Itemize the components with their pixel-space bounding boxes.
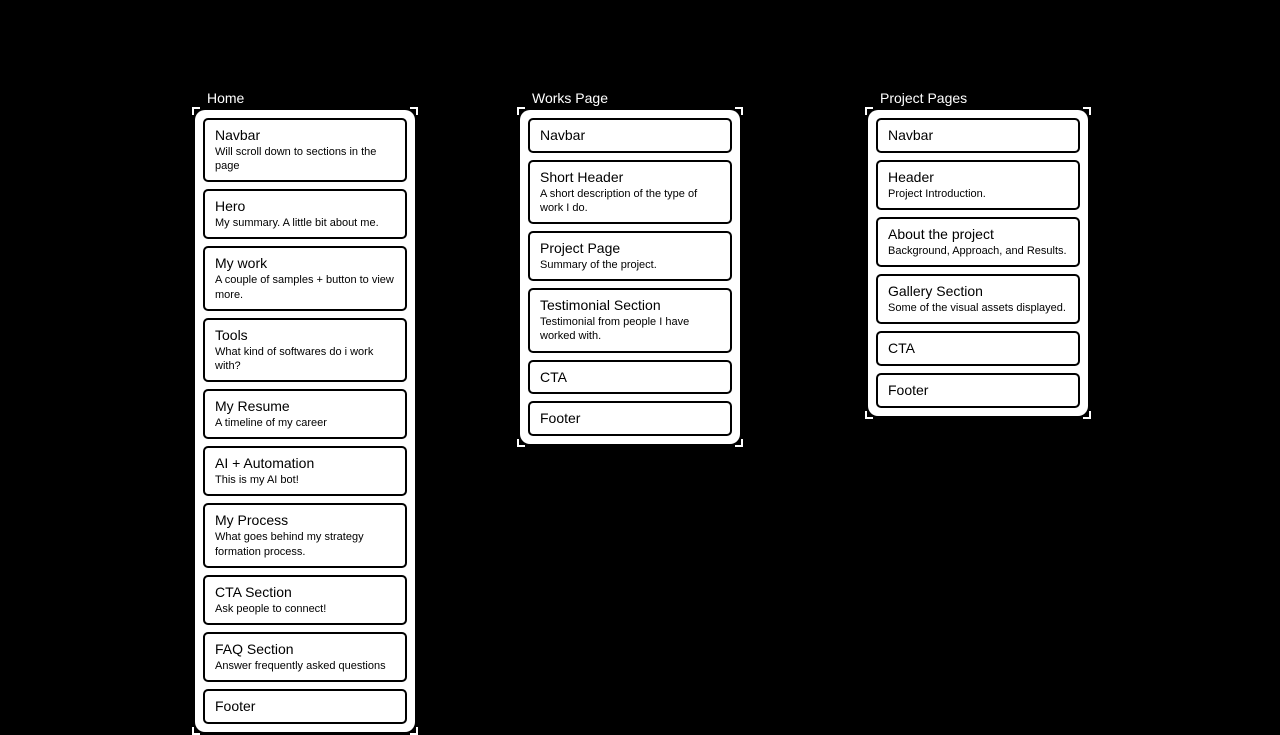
section-title: Footer	[888, 382, 1068, 399]
section-desc: What kind of softwares do i work with?	[215, 345, 395, 374]
section-card[interactable]: Testimonial Section Testimonial from peo…	[528, 288, 732, 352]
selection-corner-icon	[735, 439, 743, 447]
selection-corner-icon	[865, 411, 873, 419]
section-desc: Will scroll down to sections in the page	[215, 145, 395, 174]
page-title: Home	[195, 90, 415, 106]
section-title: Hero	[215, 198, 395, 215]
section-card[interactable]: CTA	[528, 360, 732, 395]
selection-corner-icon	[192, 727, 200, 735]
section-card[interactable]: Footer	[876, 373, 1080, 408]
section-desc: Ask people to connect!	[215, 602, 395, 616]
selection-corner-icon	[192, 107, 200, 115]
section-title: Footer	[215, 698, 395, 715]
selection-corner-icon	[735, 107, 743, 115]
section-title: Gallery Section	[888, 283, 1068, 300]
selection-corner-icon	[517, 439, 525, 447]
section-card[interactable]: Header Project Introduction.	[876, 160, 1080, 210]
selection-corner-icon	[1083, 107, 1091, 115]
section-title: CTA Section	[215, 584, 395, 601]
page-card-wrapper: Navbar Header Project Introduction. Abou…	[868, 110, 1088, 416]
section-card[interactable]: Hero My summary. A little bit about me.	[203, 189, 407, 239]
section-card[interactable]: Navbar	[876, 118, 1080, 153]
selection-corner-icon	[410, 727, 418, 735]
page-card[interactable]: Navbar Short Header A short description …	[520, 110, 740, 444]
section-title: My Process	[215, 512, 395, 529]
section-card[interactable]: Navbar Will scroll down to sections in t…	[203, 118, 407, 182]
section-card[interactable]: Project Page Summary of the project.	[528, 231, 732, 281]
section-desc: Project Introduction.	[888, 187, 1068, 201]
section-desc: This is my AI bot!	[215, 473, 395, 487]
section-title: About the project	[888, 226, 1068, 243]
section-title: Project Page	[540, 240, 720, 257]
section-desc: Testimonial from people I have worked wi…	[540, 315, 720, 344]
section-desc: A short description of the type of work …	[540, 187, 720, 216]
section-desc: A couple of samples + button to view mor…	[215, 273, 395, 302]
section-card[interactable]: CTA Section Ask people to connect!	[203, 575, 407, 625]
section-title: FAQ Section	[215, 641, 395, 658]
section-card[interactable]: About the project Background, Approach, …	[876, 217, 1080, 267]
section-desc: What goes behind my strategy formation p…	[215, 530, 395, 559]
section-title: Navbar	[888, 127, 1068, 144]
page-card-wrapper: Navbar Short Header A short description …	[520, 110, 740, 444]
section-card[interactable]: Short Header A short description of the …	[528, 160, 732, 224]
section-desc: A timeline of my career	[215, 416, 395, 430]
page-group-home[interactable]: Home Navbar Will scroll down to sections…	[195, 90, 415, 732]
section-title: Navbar	[540, 127, 720, 144]
selection-corner-icon	[410, 107, 418, 115]
section-title: Header	[888, 169, 1068, 186]
section-desc: My summary. A little bit about me.	[215, 216, 395, 230]
section-title: AI + Automation	[215, 455, 395, 472]
selection-corner-icon	[517, 107, 525, 115]
section-card[interactable]: FAQ Section Answer frequently asked ques…	[203, 632, 407, 682]
section-title: CTA	[888, 340, 1068, 357]
section-desc: Answer frequently asked questions	[215, 659, 395, 673]
sitemap-canvas[interactable]: Home Navbar Will scroll down to sections…	[0, 0, 1280, 720]
section-card[interactable]: Navbar	[528, 118, 732, 153]
section-card[interactable]: AI + Automation This is my AI bot!	[203, 446, 407, 496]
section-title: My work	[215, 255, 395, 272]
page-title: Works Page	[520, 90, 740, 106]
section-card[interactable]: Gallery Section Some of the visual asset…	[876, 274, 1080, 324]
section-card[interactable]: Footer	[203, 689, 407, 724]
section-title: Testimonial Section	[540, 297, 720, 314]
section-title: Navbar	[215, 127, 395, 144]
section-card[interactable]: Tools What kind of softwares do i work w…	[203, 318, 407, 382]
section-desc: Summary of the project.	[540, 258, 720, 272]
page-card-wrapper: Navbar Will scroll down to sections in t…	[195, 110, 415, 732]
page-card[interactable]: Navbar Header Project Introduction. Abou…	[868, 110, 1088, 416]
page-title: Project Pages	[868, 90, 1088, 106]
selection-corner-icon	[865, 107, 873, 115]
section-desc: Some of the visual assets displayed.	[888, 301, 1068, 315]
section-desc: Background, Approach, and Results.	[888, 244, 1068, 258]
section-title: CTA	[540, 369, 720, 386]
page-group-works[interactable]: Works Page Navbar Short Header A short d…	[520, 90, 740, 444]
section-card[interactable]: CTA	[876, 331, 1080, 366]
section-title: Tools	[215, 327, 395, 344]
section-title: Short Header	[540, 169, 720, 186]
selection-corner-icon	[1083, 411, 1091, 419]
section-card[interactable]: My Process What goes behind my strategy …	[203, 503, 407, 567]
page-group-project[interactable]: Project Pages Navbar Header Project Intr…	[868, 90, 1088, 416]
page-card[interactable]: Navbar Will scroll down to sections in t…	[195, 110, 415, 732]
section-title: Footer	[540, 410, 720, 427]
section-card[interactable]: My Resume A timeline of my career	[203, 389, 407, 439]
section-title: My Resume	[215, 398, 395, 415]
section-card[interactable]: My work A couple of samples + button to …	[203, 246, 407, 310]
section-card[interactable]: Footer	[528, 401, 732, 436]
